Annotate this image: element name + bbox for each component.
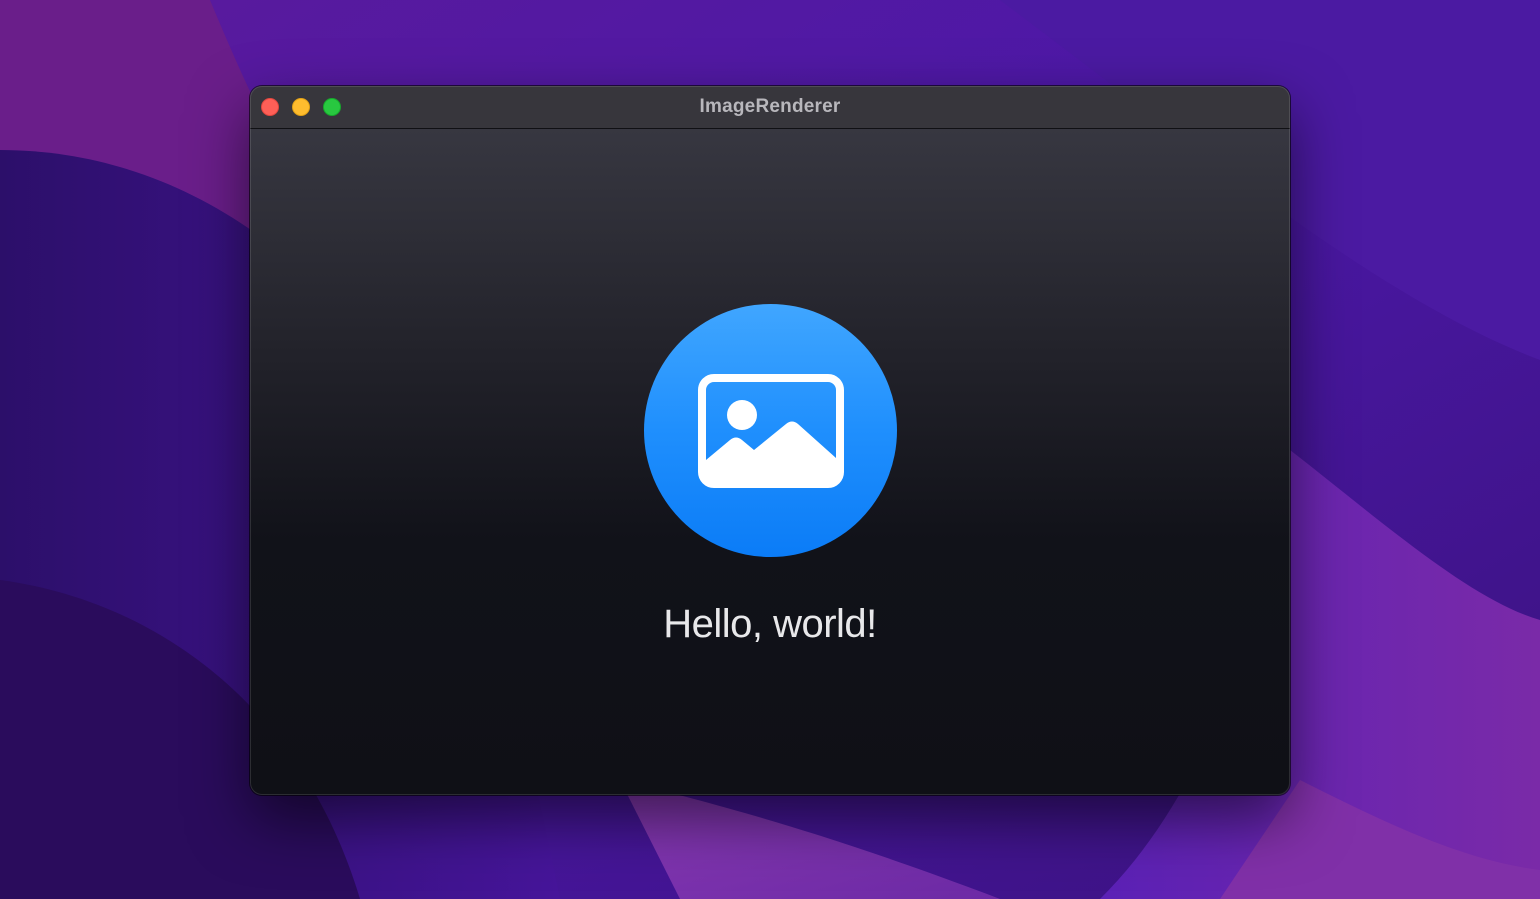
app-window: ImageRenderer Hello, world! [250,86,1290,795]
desktop: ImageRenderer Hello, world! [0,0,1540,899]
greeting-text: Hello, world! [663,602,877,646]
title-bar[interactable]: ImageRenderer [250,86,1290,129]
photo-badge [644,304,897,557]
window-title: ImageRenderer [699,96,841,117]
photo-icon [698,374,844,488]
window-content: Hello, world! [250,129,1290,795]
